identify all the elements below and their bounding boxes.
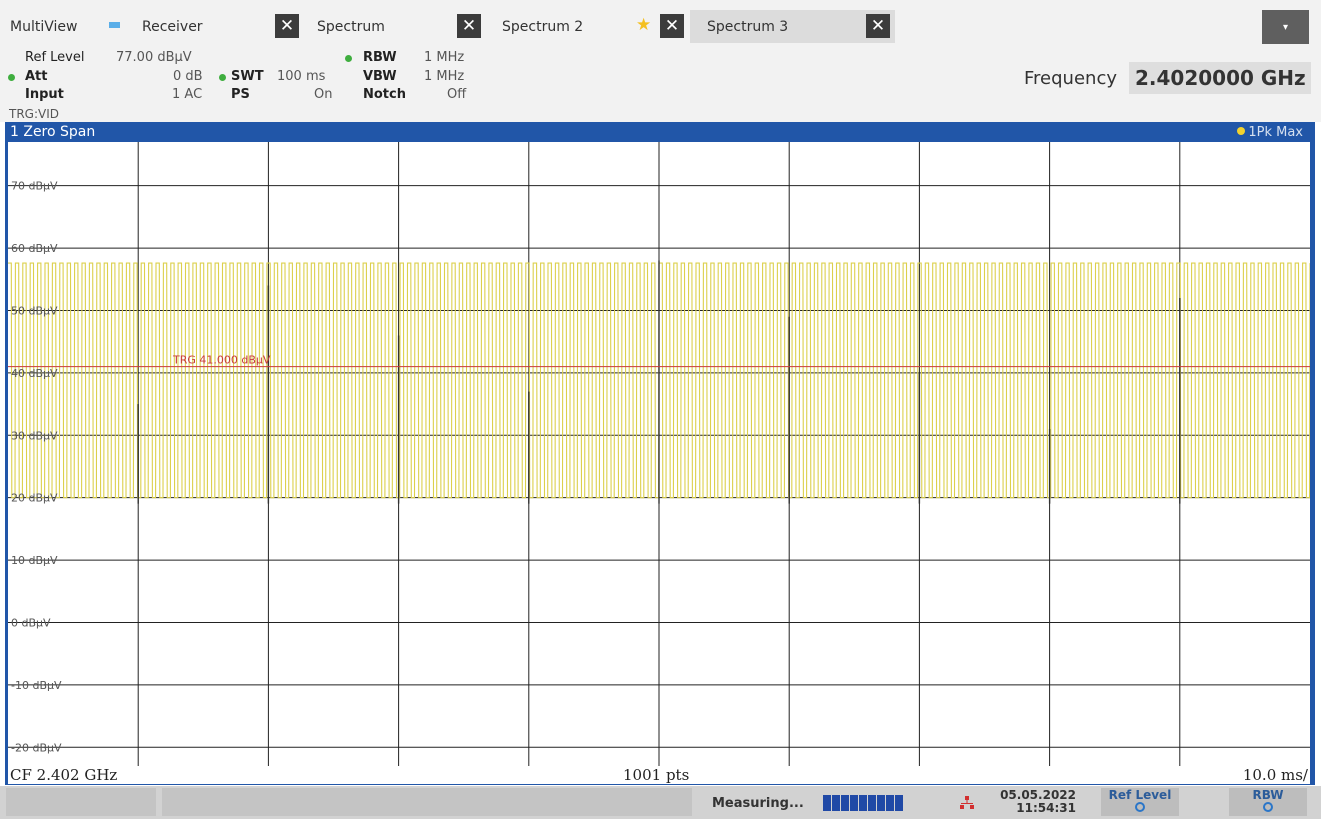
- star-icon: ★: [636, 15, 652, 35]
- window-title: 1 Zero Span: [10, 124, 96, 140]
- sweep-points: 1001 pts: [623, 766, 690, 784]
- ps-value: On: [314, 87, 333, 102]
- input-key: Input: [25, 87, 64, 102]
- close-spectrum-2-icon[interactable]: ✕: [660, 14, 684, 38]
- notch-key: Notch: [363, 87, 406, 102]
- rbw-button-label: RBW: [1252, 788, 1284, 802]
- att-status-dot: [8, 74, 15, 81]
- status-segment: [6, 788, 156, 816]
- tab-spectrum-2[interactable]: Spectrum 2: [502, 19, 583, 35]
- rbw-button[interactable]: RBW: [1229, 788, 1307, 816]
- zero-span-window: 1 Zero Span 1Pk Max TRG 41.000 dBµV 70 d…: [5, 122, 1315, 785]
- progress-bar: [823, 795, 904, 811]
- y-tick-label: 70 dBµV: [11, 180, 58, 193]
- trace-dot-icon: [1237, 127, 1246, 135]
- menu-dropdown-button[interactable]: ▾: [1262, 10, 1309, 46]
- ref-level-button[interactable]: Ref Level: [1101, 788, 1179, 816]
- vbw-key: VBW: [363, 69, 397, 84]
- trace-indicator: 1Pk Max: [1237, 125, 1303, 140]
- tab-spectrum-3[interactable]: Spectrum 3: [707, 19, 788, 35]
- trace-label: 1Pk Max: [1248, 125, 1303, 140]
- time-per-division: 10.0 ms/: [1242, 766, 1308, 784]
- att-key: Att: [25, 69, 48, 84]
- frequency-label: Frequency: [1024, 68, 1117, 89]
- status-text: Measuring...: [712, 796, 804, 811]
- ref-level-key: Ref Level: [25, 50, 85, 65]
- swt-value: 100 ms: [277, 69, 326, 84]
- y-tick-label: 40 dBµV: [11, 367, 58, 380]
- y-tick-label: 20 dBµV: [11, 492, 58, 505]
- time: 11:54:31: [1016, 801, 1076, 815]
- tab-multiview[interactable]: MultiView: [10, 19, 77, 35]
- date-time: 05.05.2022 11:54:31: [994, 789, 1076, 815]
- notch-value: Off: [447, 87, 467, 102]
- window-footer: CF 2.402 GHz 1001 pts 10.0 ms/: [8, 766, 1310, 784]
- y-tick-label: 10 dBµV: [11, 554, 58, 567]
- chart-svg: TRG 41.000 dBµV 70 dBµV 60 dBµV 50 dBµV 40 …: [8, 142, 1310, 766]
- network-icon[interactable]: [960, 796, 974, 810]
- ps-key: PS: [231, 87, 250, 102]
- tab-receiver[interactable]: Receiver: [142, 19, 203, 35]
- y-tick-label: 0 dBµV: [11, 616, 51, 629]
- y-tick-label: -20 dBµV: [11, 741, 62, 754]
- knob-indicator-icon: [1135, 802, 1145, 812]
- knob-indicator-icon: [1263, 802, 1273, 812]
- y-tick-label: 60 dBµV: [11, 242, 58, 255]
- rbw-status-dot: [345, 55, 352, 62]
- vbw-value: 1 MHz: [424, 69, 465, 84]
- settings-header: Ref Level 77.00 dBµV Att 0 dB Input 1 AC…: [0, 44, 1321, 122]
- ref-level-button-label: Ref Level: [1108, 788, 1172, 802]
- sync-icon: [109, 22, 120, 28]
- y-tick-label: 50 dBµV: [11, 304, 58, 317]
- tab-bar: MultiView Receiver ✕ Spectrum ✕ Spectrum…: [0, 0, 1321, 46]
- close-spectrum-3-icon[interactable]: ✕: [866, 14, 890, 38]
- chevron-down-icon: ▾: [1282, 22, 1289, 33]
- swt-status-dot: [219, 74, 226, 81]
- close-spectrum-icon[interactable]: ✕: [457, 14, 481, 38]
- status-bar: Measuring... 05.05.2022 11:54:31 Ref Lev…: [0, 786, 1321, 819]
- ref-level-value: 77.00 dBµV: [116, 50, 192, 65]
- trigger-level-label: TRG 41.000 dBµV: [172, 354, 271, 367]
- att-value: 0 dB: [173, 69, 203, 84]
- close-receiver-icon[interactable]: ✕: [275, 14, 299, 38]
- swt-key: SWT: [231, 69, 264, 84]
- rbw-value: 1 MHz: [424, 50, 465, 65]
- frequency-input[interactable]: 2.4020000 GHz: [1129, 62, 1311, 94]
- center-frequency: CF 2.402 GHz: [10, 766, 118, 784]
- tab-spectrum[interactable]: Spectrum: [317, 19, 385, 35]
- y-tick-label: 30 dBµV: [11, 429, 58, 442]
- plot-area[interactable]: TRG 41.000 dBµV 70 dBµV 60 dBµV 50 dBµV 40 …: [8, 142, 1310, 766]
- trigger-info: TRG:VID: [9, 107, 59, 121]
- status-segment: [162, 788, 692, 816]
- input-value: 1 AC: [172, 87, 203, 102]
- rbw-key: RBW: [363, 50, 397, 65]
- y-tick-label: -10 dBµV: [11, 679, 62, 692]
